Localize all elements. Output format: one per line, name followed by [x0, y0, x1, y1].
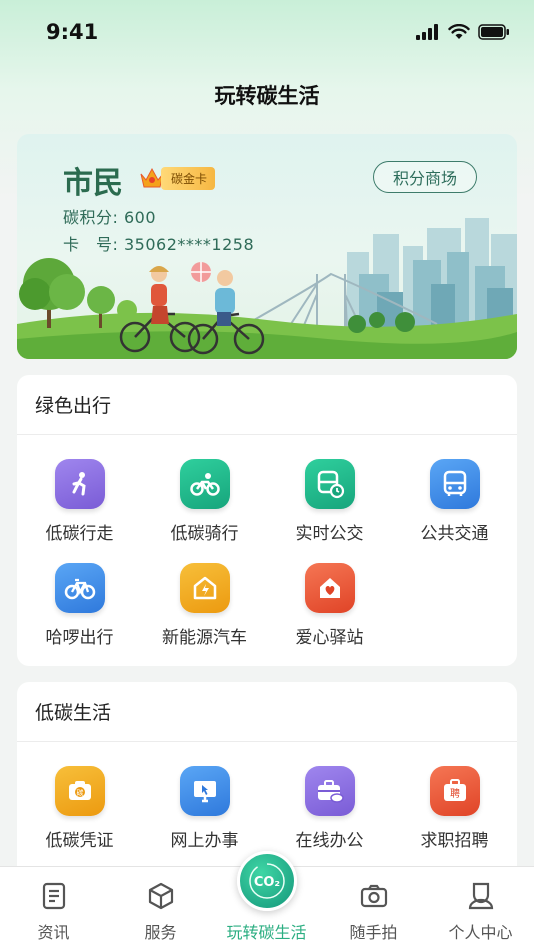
- card-tier-label: 碳金卡: [161, 166, 216, 190]
- card-holder-name: 市民: [63, 166, 123, 201]
- tab-news[interactable]: 资讯: [0, 879, 107, 943]
- monitor-icon: [179, 766, 230, 816]
- tab-profile[interactable]: 个人中心: [427, 879, 534, 943]
- bicycle-icon: [54, 563, 105, 613]
- grid-item-label: 哈啰出行: [45, 628, 114, 648]
- walking-icon: [54, 459, 105, 509]
- card-tier-badge: 碳金卡: [139, 166, 216, 190]
- grid-item-public-transit[interactable]: 公共交通: [392, 459, 517, 555]
- grid-item-label: 实时公交: [295, 524, 364, 544]
- status-bar: 9:41: [0, 0, 534, 66]
- card-number: 卡 号: 35062****1258: [63, 231, 254, 255]
- carbon-points-label: 碳积分:: [63, 208, 119, 227]
- grid-item-label: 低碳骑行: [170, 524, 239, 544]
- section-title: 低碳生活: [17, 682, 517, 742]
- green-travel-section: 绿色出行 低碳行走 低碳骑行 实时公交 公共交通 哈啰出行 新能源汽车 爱心驿站: [17, 375, 517, 666]
- tab-label: 随手拍: [349, 923, 398, 942]
- carbon-points: 碳积分: 600: [63, 204, 156, 228]
- camera-icon: [320, 879, 427, 913]
- grid-item-label: 低碳行走: [45, 524, 114, 544]
- grid-item-cycling[interactable]: 低碳骑行: [142, 459, 267, 555]
- voucher-icon: 碳: [54, 766, 105, 816]
- grid-item-label: 爱心驿站: [295, 628, 364, 648]
- co2-icon[interactable]: CO₂: [237, 851, 297, 911]
- news-icon: [0, 879, 107, 913]
- points-mall-button[interactable]: 积分商场: [373, 161, 477, 193]
- grid-item-carbon-voucher[interactable]: 碳 低碳凭证: [17, 766, 142, 862]
- grid-item-love-station[interactable]: 爱心驿站: [267, 563, 392, 659]
- member-card[interactable]: 市民 碳金卡 积分商场 碳积分: 600 卡 号: 35062****1258: [17, 134, 517, 359]
- cube-icon: [107, 879, 214, 913]
- bus-icon: [429, 459, 480, 509]
- bus-clock-icon: [304, 459, 355, 509]
- signal-icon: [416, 24, 438, 40]
- grid-item-label: 公共交通: [420, 524, 489, 544]
- user-icon: [427, 879, 534, 913]
- grid-item-label: 求职招聘: [420, 831, 489, 851]
- card-number-value: 35062****1258: [124, 235, 255, 254]
- bottom-tab-bar: 资讯 服务 玩转碳生活 随手拍 个人中心 CO₂: [0, 851, 534, 950]
- wifi-icon: [448, 24, 470, 39]
- grid-item-job-recruitment[interactable]: 聘 求职招聘: [392, 766, 517, 862]
- grid-item-label: 网上办事: [170, 831, 239, 851]
- grid-item-new-energy-car[interactable]: 新能源汽车: [142, 563, 267, 659]
- page-title: 玩转碳生活: [214, 84, 320, 108]
- heart-house-icon: [304, 563, 355, 613]
- grid-item-hello-bike[interactable]: 哈啰出行: [17, 563, 142, 659]
- grid-item-realtime-bus[interactable]: 实时公交: [267, 459, 392, 555]
- svg-text:聘: 聘: [450, 787, 460, 800]
- card-number-label: 卡 号:: [63, 235, 119, 254]
- grid-item-online-office[interactable]: 在线办公: [267, 766, 392, 862]
- briefcase-icon: [304, 766, 355, 816]
- grid-item-label: 低碳凭证: [45, 831, 114, 851]
- tab-label: 个人中心: [448, 923, 513, 942]
- grid-item-label: 在线办公: [295, 831, 364, 851]
- tab-label: 玩转碳生活: [226, 923, 307, 942]
- job-icon: 聘: [429, 766, 480, 816]
- svg-text:碳: 碳: [76, 788, 83, 797]
- battery-icon: [478, 24, 509, 40]
- charging-icon: [179, 563, 230, 613]
- tab-label: 服务: [144, 923, 177, 942]
- grid-item-walking[interactable]: 低碳行走: [17, 459, 142, 555]
- co2-badge-text: CO₂: [254, 875, 280, 890]
- bike-icon: [179, 459, 230, 509]
- status-time: 9:41: [46, 20, 99, 44]
- tab-services[interactable]: 服务: [107, 879, 214, 943]
- section-title: 绿色出行: [17, 375, 517, 435]
- grid-item-online-service[interactable]: 网上办事: [142, 766, 267, 862]
- carbon-points-value: 600: [124, 208, 157, 227]
- status-icons: [416, 24, 510, 40]
- tab-label: 资讯: [37, 923, 70, 942]
- tab-snapshot[interactable]: 随手拍: [320, 879, 427, 943]
- grid-item-label: 新能源汽车: [162, 628, 247, 648]
